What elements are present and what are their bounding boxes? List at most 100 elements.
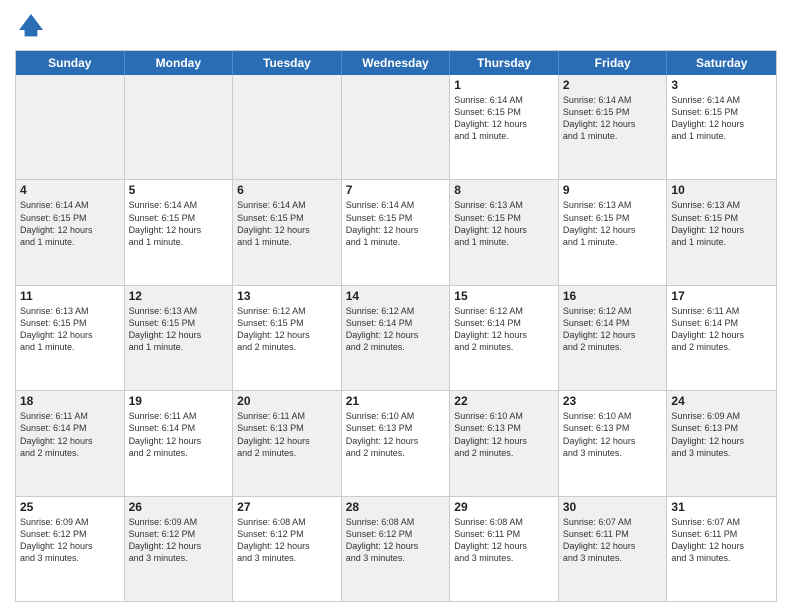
- cal-cell-11: 11Sunrise: 6:13 AM Sunset: 6:15 PM Dayli…: [16, 286, 125, 390]
- cal-cell-24: 24 Sunrise: 6:09 AM Sunset: 6:13 PM Dayli…: [667, 391, 776, 495]
- cal-cell-20: 20 Sunrise: 6:11 AM Sunset: 6:13 PM Dayli…: [233, 391, 342, 495]
- day-info: Sunrise: 6:10 AM Sunset: 6:13 PM Dayligh…: [454, 410, 554, 459]
- day-info: Sunrise: 6:12 AM Sunset: 6:14 PM Dayligh…: [454, 305, 554, 354]
- cal-cell-19: 19 Sunrise: 6:11 AM Sunset: 6:14 PM Dayli…: [125, 391, 234, 495]
- cal-cell-8: 8 Sunrise: 6:13 AM Sunset: 6:15 PM Daylig…: [450, 180, 559, 284]
- day-info: Sunrise: 6:13 AM Sunset: 6:15 PM Dayligh…: [454, 199, 554, 248]
- week-row-3: 11 Sunrise: 6:13 AM Sunset: 6:15 PM Dayli…: [16, 286, 776, 391]
- header-day-thursday: Thursday: [450, 51, 559, 75]
- cal-cell-5: 5Sunrise: 6:14 AM Sunset: 6:15 PM Daylig…: [125, 180, 234, 284]
- day-number: 21: [346, 394, 446, 408]
- day-info: Sunrise: 6:07 AM Sunset: 6:11 PM Dayligh…: [671, 516, 772, 565]
- day-number: 18: [20, 394, 120, 408]
- day-info: Sunrise: 6:09 AM Sunset: 6:12 PM Dayligh…: [20, 516, 120, 565]
- day-number: 8: [454, 183, 554, 197]
- day-info: Sunrise: 6:13 AM Sunset: 6:15 PM Dayligh…: [671, 199, 772, 248]
- cal-cell-4: 4Sunrise: 6:14 AM Sunset: 6:15 PM Daylig…: [16, 180, 125, 284]
- day-number: 19: [129, 394, 229, 408]
- day-info: Sunrise: 6:07 AM Sunset: 6:11 PM Dayligh…: [563, 516, 663, 565]
- header-day-saturday: Saturday: [667, 51, 776, 75]
- day-number: 28: [346, 500, 446, 514]
- header-day-wednesday: Wednesday: [342, 51, 451, 75]
- day-info: Sunrise: 6:13 AM Sunset: 6:15 PM Dayligh…: [563, 199, 663, 248]
- day-info: Sunrise: 6:11 AM Sunset: 6:14 PM Dayligh…: [129, 410, 229, 459]
- day-number: 5: [129, 183, 229, 197]
- cal-cell-31: 31 Sunrise: 6:07 AM Sunset: 6:11 PM Dayli…: [667, 497, 776, 601]
- day-number: 10: [671, 183, 772, 197]
- cal-cell-empty-0-2: [233, 75, 342, 179]
- cal-cell-30: 30 Sunrise: 6:07 AM Sunset: 6:11 PM Dayli…: [559, 497, 668, 601]
- week-row-4: 18 Sunrise: 6:11 AM Sunset: 6:14 PM Dayli…: [16, 391, 776, 496]
- day-number: 14: [346, 289, 446, 303]
- day-info: Sunrise: 6:09 AM Sunset: 6:12 PM Dayligh…: [129, 516, 229, 565]
- header-day-friday: Friday: [559, 51, 668, 75]
- day-info: Sunrise: 6:08 AM Sunset: 6:12 PM Dayligh…: [346, 516, 446, 565]
- cal-cell-9: 9 Sunrise: 6:13 AM Sunset: 6:15 PM Daylig…: [559, 180, 668, 284]
- day-info: Sunrise: 6:09 AM Sunset: 6:13 PM Dayligh…: [671, 410, 772, 459]
- day-info: Sunrise: 6:12 AM Sunset: 6:15 PM Dayligh…: [237, 305, 337, 354]
- day-number: 25: [20, 500, 120, 514]
- cal-cell-14: 14 Sunrise: 6:12 AM Sunset: 6:14 PM Dayli…: [342, 286, 451, 390]
- cal-cell-17: 17Sunrise: 6:11 AM Sunset: 6:14 PM Dayli…: [667, 286, 776, 390]
- cal-cell-7: 7Sunrise: 6:14 AM Sunset: 6:15 PM Daylig…: [342, 180, 451, 284]
- day-number: 26: [129, 500, 229, 514]
- day-info: Sunrise: 6:12 AM Sunset: 6:14 PM Dayligh…: [563, 305, 663, 354]
- day-number: 3: [671, 78, 772, 92]
- day-info: Sunrise: 6:11 AM Sunset: 6:14 PM Dayligh…: [671, 305, 772, 354]
- cal-cell-6: 6Sunrise: 6:14 AM Sunset: 6:15 PM Daylig…: [233, 180, 342, 284]
- day-number: 23: [563, 394, 663, 408]
- cal-cell-21: 21 Sunrise: 6:10 AM Sunset: 6:13 PM Dayli…: [342, 391, 451, 495]
- day-number: 24: [671, 394, 772, 408]
- cal-cell-12: 12 Sunrise: 6:13 AM Sunset: 6:15 PM Dayli…: [125, 286, 234, 390]
- day-number: 4: [20, 183, 120, 197]
- cal-cell-22: 22 Sunrise: 6:10 AM Sunset: 6:13 PM Dayli…: [450, 391, 559, 495]
- header-day-tuesday: Tuesday: [233, 51, 342, 75]
- day-info: Sunrise: 6:08 AM Sunset: 6:12 PM Dayligh…: [237, 516, 337, 565]
- cal-cell-empty-0-0: [16, 75, 125, 179]
- day-info: Sunrise: 6:14 AM Sunset: 6:15 PM Dayligh…: [237, 199, 337, 248]
- day-number: 29: [454, 500, 554, 514]
- day-number: 12: [129, 289, 229, 303]
- cal-cell-23: 23 Sunrise: 6:10 AM Sunset: 6:13 PM Dayli…: [559, 391, 668, 495]
- calendar-body: 1 Sunrise: 6:14 AM Sunset: 6:15 PM Daylig…: [16, 75, 776, 601]
- cal-cell-25: 25 Sunrise: 6:09 AM Sunset: 6:12 PM Dayli…: [16, 497, 125, 601]
- header: [15, 10, 777, 42]
- day-number: 11: [20, 289, 120, 303]
- cal-cell-28: 28 Sunrise: 6:08 AM Sunset: 6:12 PM Dayli…: [342, 497, 451, 601]
- day-number: 15: [454, 289, 554, 303]
- day-info: Sunrise: 6:11 AM Sunset: 6:14 PM Dayligh…: [20, 410, 120, 459]
- cal-cell-13: 13 Sunrise: 6:12 AM Sunset: 6:15 PM Dayli…: [233, 286, 342, 390]
- day-number: 7: [346, 183, 446, 197]
- day-info: Sunrise: 6:10 AM Sunset: 6:13 PM Dayligh…: [346, 410, 446, 459]
- day-number: 30: [563, 500, 663, 514]
- day-number: 27: [237, 500, 337, 514]
- calendar: SundayMondayTuesdayWednesdayThursdayFrid…: [15, 50, 777, 602]
- week-row-5: 25 Sunrise: 6:09 AM Sunset: 6:12 PM Dayli…: [16, 497, 776, 601]
- header-day-sunday: Sunday: [16, 51, 125, 75]
- day-info: Sunrise: 6:11 AM Sunset: 6:13 PM Dayligh…: [237, 410, 337, 459]
- logo-icon: [15, 10, 47, 42]
- cal-cell-1: 1 Sunrise: 6:14 AM Sunset: 6:15 PM Daylig…: [450, 75, 559, 179]
- day-number: 20: [237, 394, 337, 408]
- day-info: Sunrise: 6:12 AM Sunset: 6:14 PM Dayligh…: [346, 305, 446, 354]
- cal-cell-26: 26 Sunrise: 6:09 AM Sunset: 6:12 PM Dayli…: [125, 497, 234, 601]
- day-number: 31: [671, 500, 772, 514]
- day-number: 1: [454, 78, 554, 92]
- logo: [15, 10, 51, 42]
- cal-cell-3: 3 Sunrise: 6:14 AM Sunset: 6:15 PM Daylig…: [667, 75, 776, 179]
- cal-cell-2: 2Sunrise: 6:14 AM Sunset: 6:15 PM Daylig…: [559, 75, 668, 179]
- cal-cell-15: 15 Sunrise: 6:12 AM Sunset: 6:14 PM Dayli…: [450, 286, 559, 390]
- cal-cell-18: 18 Sunrise: 6:11 AM Sunset: 6:14 PM Dayli…: [16, 391, 125, 495]
- day-number: 9: [563, 183, 663, 197]
- day-info: Sunrise: 6:08 AM Sunset: 6:11 PM Dayligh…: [454, 516, 554, 565]
- day-info: Sunrise: 6:14 AM Sunset: 6:15 PM Dayligh…: [454, 94, 554, 143]
- day-number: 13: [237, 289, 337, 303]
- day-info: Sunrise: 6:10 AM Sunset: 6:13 PM Dayligh…: [563, 410, 663, 459]
- week-row-2: 4 Sunrise: 6:14 AM Sunset: 6:15 PM Daylig…: [16, 180, 776, 285]
- day-number: 22: [454, 394, 554, 408]
- day-info: Sunrise: 6:13 AM Sunset: 6:15 PM Dayligh…: [129, 305, 229, 354]
- cal-cell-27: 27 Sunrise: 6:08 AM Sunset: 6:12 PM Dayli…: [233, 497, 342, 601]
- cal-cell-10: 10 Sunrise: 6:13 AM Sunset: 6:15 PM Dayli…: [667, 180, 776, 284]
- cal-cell-29: 29 Sunrise: 6:08 AM Sunset: 6:11 PM Dayli…: [450, 497, 559, 601]
- day-info: Sunrise: 6:14 AM Sunset: 6:15 PM Dayligh…: [671, 94, 772, 143]
